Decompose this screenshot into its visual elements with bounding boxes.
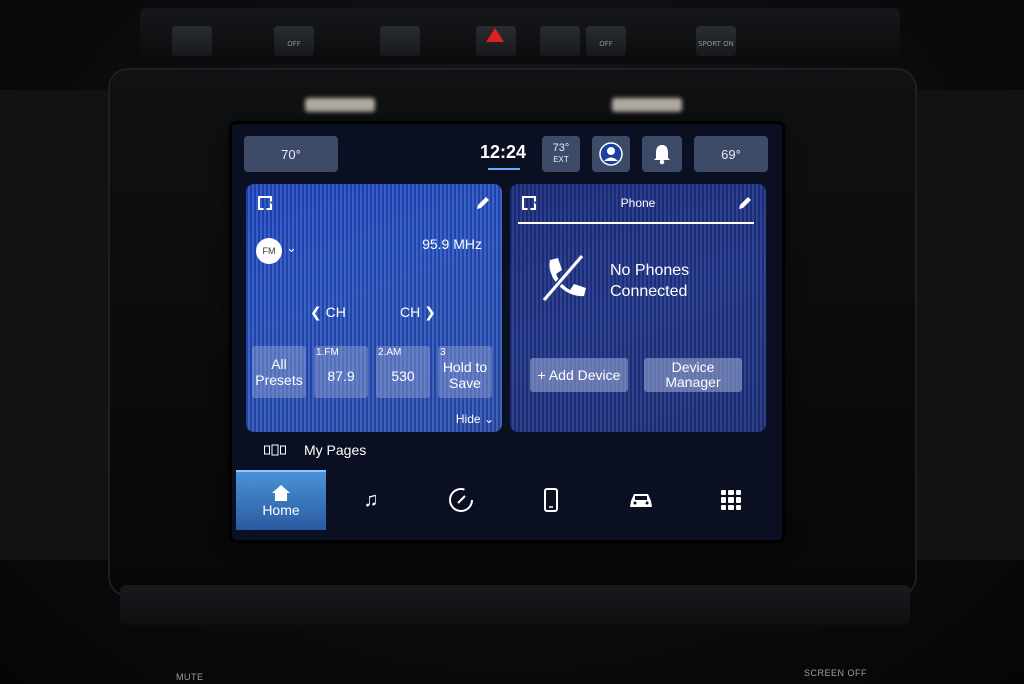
preset-label: 530 — [391, 368, 415, 384]
chevron-down-icon[interactable]: ⌄ — [286, 240, 297, 256]
preset-3-button[interactable]: 3 Hold to Save — [438, 346, 492, 398]
ext-temp-label: EXT — [553, 155, 569, 164]
nav-vehicle[interactable] — [596, 470, 686, 530]
radio-frequency: 95.9 MHz — [422, 236, 482, 252]
no-phones-line1: No Phones — [610, 262, 690, 279]
music-icon: ♫ — [363, 489, 379, 511]
preset-number: 1.FM — [316, 347, 339, 358]
ch-next-label: CH — [400, 304, 421, 320]
add-device-button[interactable]: + Add Device — [530, 358, 628, 392]
phone-divider — [518, 222, 754, 224]
edit-radio-button[interactable] — [472, 192, 494, 214]
ambient-light — [612, 98, 682, 112]
preset-label: All Presets — [255, 356, 303, 388]
pencil-icon — [739, 197, 751, 209]
all-presets-button[interactable]: All Presets — [252, 346, 306, 398]
expand-icon — [258, 196, 272, 210]
hide-label: Hide — [455, 412, 481, 426]
hw-button[interactable] — [540, 26, 580, 56]
channel-prev-button[interactable]: ❮ CH — [310, 304, 346, 321]
preset-number: 2.AM — [378, 347, 402, 358]
clock: 12:24 — [480, 142, 527, 162]
car-icon — [630, 494, 652, 507]
nav-home-label: Home — [262, 502, 300, 518]
lower-control-bar — [120, 585, 910, 625]
phone-widget[interactable]: Phone No Phones Connected + Add Device D… — [510, 184, 766, 432]
my-pages-button[interactable]: My Pages — [264, 442, 366, 458]
passenger-temp: 69° — [721, 146, 741, 162]
phone-disconnected-icon — [541, 254, 586, 302]
hw-button-off[interactable]: OFF — [274, 26, 314, 56]
hw-button[interactable] — [172, 26, 212, 56]
nav-phone[interactable] — [506, 470, 596, 530]
preset-number: 3 — [440, 347, 446, 358]
phone-title: Phone — [620, 196, 656, 210]
hw-button-off[interactable]: OFF — [586, 26, 626, 56]
bell-icon — [654, 145, 670, 165]
radio-widget[interactable]: FM ⌄ 95.9 MHz ❮ CH CH ❯ All Presets 1.FM… — [246, 184, 502, 432]
notifications-button[interactable] — [642, 136, 682, 172]
driver-profile-button[interactable] — [592, 136, 630, 172]
status-bar: 70° 12:24 73° EXT 69° — [232, 124, 782, 180]
no-phones-message: No Phones Connected — [610, 260, 689, 302]
ch-prev-label: CH — [325, 304, 346, 320]
profile-icon — [599, 142, 623, 166]
channel-next-button[interactable]: CH ❯ — [400, 304, 436, 321]
exterior-temp: 73° EXT — [542, 136, 580, 172]
nav-home[interactable]: Home — [236, 470, 326, 530]
driver-temp-control[interactable]: 70° — [244, 136, 338, 172]
preset-1-button[interactable]: 1.FM 87.9 — [314, 346, 368, 398]
no-phones-line2: Connected — [610, 283, 688, 300]
preset-2-button[interactable]: 2.AM 530 — [376, 346, 430, 398]
device-manager-button[interactable]: Device Manager — [644, 358, 742, 392]
nav-apps[interactable] — [686, 470, 776, 530]
mute-label: MUTE — [176, 672, 204, 682]
left-dash-panel — [0, 90, 120, 560]
hw-button[interactable] — [380, 26, 420, 56]
apps-grid-icon — [721, 490, 741, 510]
gauge-icon — [449, 488, 473, 512]
infotainment-screen: 70° 12:24 73° EXT 69° FM ⌄ 95.9 MHz ❮ CH… — [232, 124, 782, 540]
clock-underline — [488, 168, 520, 170]
passenger-temp-control[interactable]: 69° — [694, 136, 768, 172]
phone-icon — [544, 488, 558, 512]
hide-button[interactable]: Hide ⌄ — [456, 412, 494, 426]
home-icon — [272, 485, 290, 501]
ambient-light — [305, 98, 375, 112]
ext-temp-value: 73° — [552, 142, 570, 154]
my-pages-label: My Pages — [304, 442, 367, 458]
pages-icon — [264, 444, 286, 456]
edit-phone-button[interactable] — [734, 192, 756, 214]
preset-label: 87.9 — [327, 368, 355, 384]
add-device-label: + Add Device — [537, 366, 621, 383]
pencil-icon — [477, 197, 489, 209]
expand-radio-button[interactable] — [254, 192, 276, 214]
bottom-nav-bar: Home ♫ — [232, 470, 782, 530]
nav-performance[interactable] — [416, 470, 506, 530]
screen-off-label: SCREEN OFF — [804, 668, 868, 678]
band-badge[interactable]: FM — [256, 238, 282, 264]
hardware-button-strip: OFF OFF SPORT ON — [140, 8, 900, 64]
device-manager-label: Device Manager — [665, 359, 721, 390]
right-dash-panel — [904, 90, 1024, 560]
hazard-icon — [486, 28, 504, 42]
nav-media[interactable]: ♫ — [326, 470, 416, 530]
sport-mode-button[interactable]: SPORT ON — [696, 26, 736, 56]
driver-temp: 70° — [281, 146, 301, 162]
preset-label: Hold to Save — [442, 359, 488, 391]
